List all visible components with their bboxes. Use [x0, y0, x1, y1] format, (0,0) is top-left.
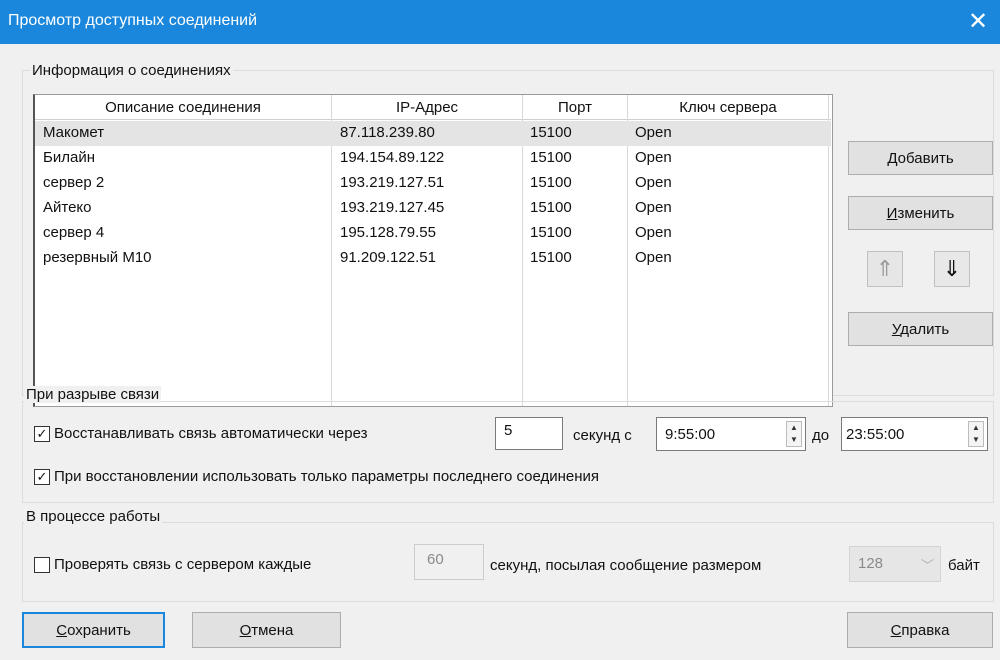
- title-bar: Просмотр доступных соединений ✕: [0, 0, 1000, 44]
- spin-arrows-icon[interactable]: ▲ ▼: [786, 421, 802, 447]
- message-size-value: 128: [858, 555, 884, 572]
- cell-server-key: Open: [635, 249, 672, 266]
- cell-port: 15100: [530, 149, 572, 166]
- to-time-spinner[interactable]: 23:55:00 ▲ ▼: [841, 417, 988, 451]
- spin-arrows-icon[interactable]: ▲ ▼: [968, 421, 984, 447]
- delete-button-label: Удалить: [892, 321, 949, 338]
- add-button[interactable]: Добавить: [848, 141, 993, 175]
- column-header-server-key[interactable]: Ключ сервера: [628, 99, 828, 116]
- column-header-ip[interactable]: IP-Адрес: [332, 99, 522, 116]
- table-row[interactable]: Макомет 87.118.239.80 15100 Open: [35, 121, 831, 146]
- close-icon[interactable]: ✕: [962, 6, 994, 38]
- checkmark-icon: ✓: [34, 425, 50, 442]
- save-button-mnemonic: С: [56, 621, 68, 639]
- table-row[interactable]: сервер 2 193.219.127.51 15100 Open: [35, 171, 831, 196]
- help-button-label: Справка: [891, 622, 950, 639]
- save-button[interactable]: Сохранить: [22, 612, 165, 648]
- cell-description: Айтеко: [43, 199, 92, 216]
- cell-description: сервер 2: [43, 174, 105, 191]
- cancel-button-label: Отмена: [240, 622, 294, 639]
- column-header-description[interactable]: Описание соединения: [35, 99, 331, 116]
- connections-list[interactable]: Описание соединения IP-Адрес Порт Ключ с…: [33, 94, 833, 407]
- message-size-select[interactable]: 128 ﹀: [849, 546, 941, 582]
- from-time-spinner[interactable]: 9:55:00 ▲ ▼: [656, 417, 806, 451]
- table-row[interactable]: Билайн 194.154.89.122 15100 Open: [35, 146, 831, 171]
- help-button-mnemonic: С: [890, 621, 902, 639]
- cell-ip: 87.118.239.80: [340, 124, 435, 141]
- to-time-value: 23:55:00: [846, 426, 905, 443]
- edit-button-mnemonic: И: [886, 204, 898, 222]
- dialog-body: Информация о соединениях Описание соедин…: [0, 44, 1000, 660]
- move-down-button[interactable]: ⇓: [934, 251, 970, 287]
- auto-reconnect-label: Восстанавливать связь автоматически чере…: [54, 425, 368, 442]
- table-row[interactable]: резервный М10 91.209.122.51 15100 Open: [35, 246, 831, 271]
- cell-server-key: Open: [635, 199, 672, 216]
- save-button-text: охранить: [67, 621, 131, 639]
- add-button-label: Добавить: [887, 150, 953, 167]
- cell-ip: 193.219.127.45: [340, 199, 445, 216]
- cell-description: резервный М10: [43, 249, 152, 266]
- arrow-down-icon: ⇓: [942, 256, 962, 281]
- cell-server-key: Open: [635, 174, 672, 191]
- reconnect-seconds-input[interactable]: 5: [495, 417, 563, 450]
- delete-button-mnemonic: У: [891, 320, 901, 338]
- cancel-button-text: тмена: [251, 621, 294, 639]
- cell-ip: 195.128.79.55: [340, 224, 436, 241]
- disconnect-group-label: При разрыве связи: [24, 386, 162, 403]
- column-header-port[interactable]: Порт: [523, 99, 627, 116]
- cell-ip: 193.219.127.51: [340, 174, 445, 191]
- use-last-params-checkbox[interactable]: ✓ При восстановлении использовать только…: [34, 468, 599, 485]
- auto-reconnect-checkbox[interactable]: ✓ Восстанавливать связь автоматически че…: [34, 425, 367, 442]
- help-button[interactable]: Справка: [847, 612, 993, 648]
- cell-port: 15100: [530, 224, 572, 241]
- use-last-params-label: При восстановлении использовать только п…: [54, 468, 600, 485]
- arrow-up-icon: ⇑: [875, 256, 895, 281]
- edit-button[interactable]: Изменить: [848, 196, 993, 230]
- check-connection-checkbox[interactable]: Проверять связь с сервером каждые: [34, 556, 311, 573]
- cell-description: Макомет: [43, 124, 105, 141]
- add-button-text: обавить: [897, 149, 954, 167]
- edit-button-label: Изменить: [887, 205, 955, 222]
- size-unit-label: байт: [948, 557, 980, 574]
- cell-server-key: Open: [635, 124, 672, 141]
- edit-button-text: зменить: [897, 204, 955, 222]
- checkmark-icon: ✓: [34, 468, 50, 485]
- to-label: до: [812, 427, 830, 444]
- runtime-group-label: В процессе работы: [24, 508, 163, 525]
- delete-button-text: далить: [900, 320, 950, 338]
- seconds-from-label: секунд с: [573, 427, 632, 444]
- add-button-mnemonic: Д: [887, 149, 898, 167]
- cell-port: 15100: [530, 199, 572, 216]
- help-button-text: правка: [901, 621, 950, 639]
- cell-port: 15100: [530, 124, 572, 141]
- table-row[interactable]: сервер 4 195.128.79.55 15100 Open: [35, 221, 831, 246]
- connections-group-label: Информация о соединениях: [30, 62, 233, 79]
- list-header: Описание соединения IP-Адрес Порт Ключ с…: [35, 95, 831, 120]
- delete-button[interactable]: Удалить: [848, 312, 993, 346]
- chevron-down-icon: ﹀: [920, 558, 934, 573]
- cancel-button[interactable]: Отмена: [192, 612, 341, 648]
- checkbox-empty-icon: [34, 556, 50, 573]
- table-row[interactable]: Айтеко 193.219.127.45 15100 Open: [35, 196, 831, 221]
- cell-description: сервер 4: [43, 224, 105, 241]
- cancel-button-mnemonic: О: [239, 621, 252, 639]
- save-button-label: Сохранить: [56, 622, 131, 639]
- move-up-button[interactable]: ⇑: [867, 251, 903, 287]
- from-time-value: 9:55:00: [665, 426, 716, 443]
- check-interval-input[interactable]: 60: [414, 544, 484, 580]
- window-title: Просмотр доступных соединений: [8, 12, 258, 29]
- cell-port: 15100: [530, 249, 572, 266]
- cell-port: 15100: [530, 174, 572, 191]
- message-size-label: секунд, посылая сообщение размером: [490, 557, 762, 574]
- cell-server-key: Open: [635, 224, 672, 241]
- cell-description: Билайн: [43, 149, 95, 166]
- check-connection-label: Проверять связь с сервером каждые: [54, 556, 312, 573]
- cell-ip: 194.154.89.122: [340, 149, 445, 166]
- cell-ip: 91.209.122.51: [340, 249, 436, 266]
- cell-server-key: Open: [635, 149, 672, 166]
